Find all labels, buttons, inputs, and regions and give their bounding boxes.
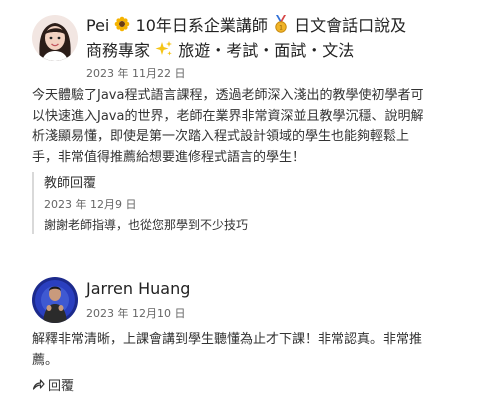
review-date: 2023 年 12月10 日 xyxy=(86,307,186,320)
medal-emoji: 1 xyxy=(273,14,289,39)
sparkles-emoji xyxy=(155,40,173,64)
reply-arrow-icon xyxy=(32,378,45,391)
reply-button[interactable]: 回覆 xyxy=(32,375,74,394)
review-author[interactable]: Jarren Huang xyxy=(86,277,190,300)
author-title-part: 10年日系企業講師 xyxy=(135,16,268,35)
review-body-line: 解釋非常清晰，上課會講到學生聽懂為止才下課！非常認真。非常推 xyxy=(32,332,423,347)
review-date: 2023 年 11月22 日 xyxy=(86,67,186,80)
teacher-reply-title: 教師回覆 xyxy=(44,176,97,191)
avatar[interactable] xyxy=(32,15,78,61)
author-title-part: 日文會話口說及 xyxy=(294,16,407,35)
review-body-line: 手，非常值得推薦給想要進修程式語言的學生！ xyxy=(32,149,306,165)
review-body-line: 析淺顯易懂，即使是第一次踏入程式設計領域的學生也能夠輕鬆上 xyxy=(32,129,410,144)
review-author[interactable]: Pei 10年日系企業講師 1 日文會話口說及 xyxy=(86,14,406,39)
svg-text:1: 1 xyxy=(279,24,283,31)
review-author-continued[interactable]: 商務專家 旅遊・考試・面試・文法 xyxy=(86,39,354,64)
author-title-part: 商務專家 xyxy=(86,41,151,60)
review-body: 今天體驗了Java程式語言課程，透過老師深入淺出的教學使初學者可 以快速進入Ja… xyxy=(32,86,452,168)
review-body-line: 薦。 xyxy=(32,352,59,368)
review-body: 解釋非常清晰，上課會講到學生聽懂為止才下課！非常認真。非常推 薦。 xyxy=(32,330,452,371)
review-body-line: 以快速進入Java的世界，老師在業界非常資深並且教學沉穩、說明解 xyxy=(32,108,424,124)
teacher-reply: 教師回覆 2023 年 12月9 日 謝謝老師指導，也從您那學到不少技巧 xyxy=(32,172,454,234)
teacher-reply-date: 2023 年 12月9 日 xyxy=(44,198,137,211)
author-name: Pei xyxy=(86,16,110,35)
reply-label: 回覆 xyxy=(48,379,75,394)
avatar[interactable] xyxy=(32,277,78,323)
sunflower-emoji xyxy=(114,15,130,38)
review-body-line: 今天體驗了Java程式語言課程，透過老師深入淺出的教學使初學者可 xyxy=(32,88,424,103)
author-title-part: 旅遊・考試・面試・文法 xyxy=(178,41,355,60)
teacher-reply-text: 謝謝老師指導，也從您那學到不少技巧 xyxy=(44,218,249,232)
